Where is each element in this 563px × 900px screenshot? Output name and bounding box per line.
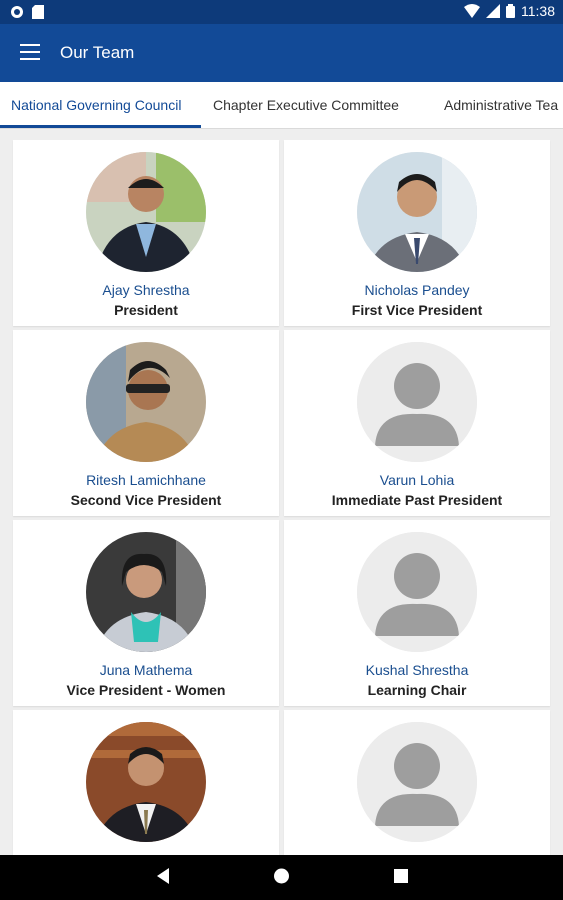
- member-role: Learning Chair: [367, 682, 467, 698]
- member-role: Second Vice President: [70, 492, 222, 508]
- member-card[interactable]: Kushal Shrestha Learning Chair: [284, 520, 550, 706]
- member-role: President: [114, 302, 178, 318]
- tab-national-governing-council[interactable]: National Governing Council: [11, 97, 181, 113]
- member-photo: [86, 152, 206, 272]
- tab-administrative-team[interactable]: Administrative Tea: [444, 97, 558, 113]
- member-card[interactable]: Juna Mathema Vice President - Women: [13, 520, 279, 706]
- member-card[interactable]: [284, 710, 550, 855]
- member-card[interactable]: Varun Lohia Immediate Past President: [284, 330, 550, 516]
- tab-bar: National Governing Council Chapter Execu…: [0, 82, 563, 129]
- status-bar: 11:38: [0, 0, 563, 24]
- app-bar: Our Team: [0, 24, 563, 82]
- member-name: Ritesh Lamichhane: [86, 472, 206, 488]
- back-icon[interactable]: [155, 867, 171, 885]
- navigation-bar: [0, 855, 563, 900]
- member-photo: [86, 722, 206, 842]
- status-time: 11:38: [521, 3, 555, 19]
- member-name: Varun Lohia: [379, 472, 455, 488]
- member-name: Juna Mathema: [99, 662, 193, 678]
- home-icon[interactable]: [273, 867, 290, 885]
- tab-chapter-executive-committee[interactable]: Chapter Executive Committee: [213, 97, 399, 113]
- sd-card-icon: [32, 5, 44, 19]
- notification-icon: [11, 6, 23, 18]
- member-photo: [86, 342, 206, 462]
- recents-icon[interactable]: [393, 867, 409, 885]
- member-photo-placeholder: [357, 342, 477, 462]
- member-name: Kushal Shrestha: [365, 662, 469, 678]
- member-photo-placeholder: [357, 722, 477, 842]
- member-name: Nicholas Pandey: [364, 282, 470, 298]
- signal-icon: [486, 4, 500, 18]
- member-role: Immediate Past President: [331, 492, 503, 508]
- member-card[interactable]: Ritesh Lamichhane Second Vice President: [13, 330, 279, 516]
- member-card[interactable]: Nicholas Pandey First Vice President: [284, 140, 550, 326]
- member-card[interactable]: [13, 710, 279, 855]
- page-title: Our Team: [60, 43, 135, 62]
- member-photo: [357, 152, 477, 272]
- menu-icon[interactable]: [20, 44, 40, 60]
- member-card[interactable]: Ajay Shrestha President: [13, 140, 279, 326]
- wifi-icon: [464, 4, 480, 18]
- member-name: Ajay Shrestha: [102, 282, 190, 298]
- member-photo: [86, 532, 206, 652]
- member-role: First Vice President: [351, 302, 483, 318]
- battery-icon: [506, 4, 515, 18]
- team-grid: Ajay Shrestha President Nicholas Pandey …: [0, 128, 563, 855]
- member-photo-placeholder: [357, 532, 477, 652]
- member-role: Vice President - Women: [66, 682, 226, 698]
